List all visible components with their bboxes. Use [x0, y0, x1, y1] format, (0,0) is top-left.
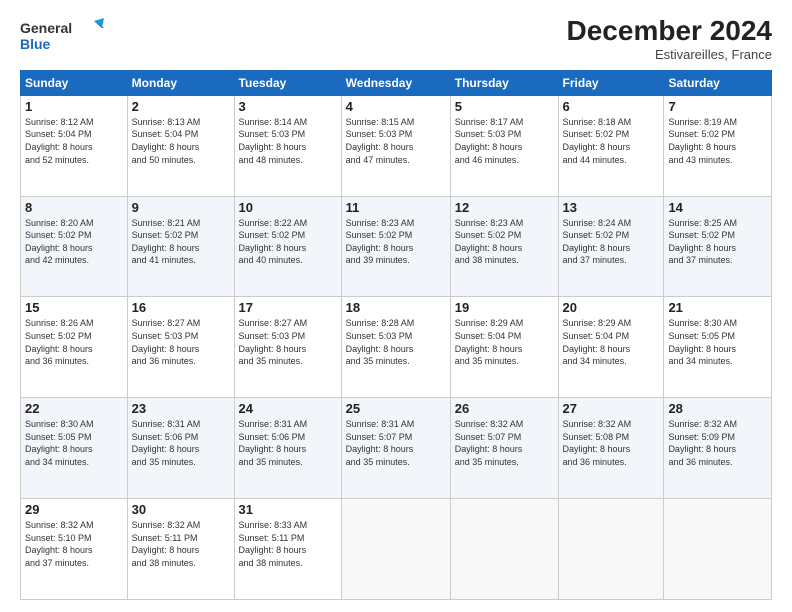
- table-row: 14Sunrise: 8:25 AMSunset: 5:02 PMDayligh…: [664, 196, 772, 297]
- table-row: [664, 499, 772, 600]
- col-sunday: Sunday: [21, 70, 128, 95]
- table-row: 8Sunrise: 8:20 AMSunset: 5:02 PMDaylight…: [21, 196, 128, 297]
- header: General Blue December 2024 Estivareilles…: [20, 16, 772, 62]
- table-row: 6Sunrise: 8:18 AMSunset: 5:02 PMDaylight…: [558, 95, 664, 196]
- table-row: 25Sunrise: 8:31 AMSunset: 5:07 PMDayligh…: [341, 398, 450, 499]
- table-row: 20Sunrise: 8:29 AMSunset: 5:04 PMDayligh…: [558, 297, 664, 398]
- col-wednesday: Wednesday: [341, 70, 450, 95]
- table-row: 11Sunrise: 8:23 AMSunset: 5:02 PMDayligh…: [341, 196, 450, 297]
- table-row: 19Sunrise: 8:29 AMSunset: 5:04 PMDayligh…: [450, 297, 558, 398]
- col-saturday: Saturday: [664, 70, 772, 95]
- subtitle: Estivareilles, France: [567, 47, 772, 62]
- week-row-5: 29Sunrise: 8:32 AMSunset: 5:10 PMDayligh…: [21, 499, 772, 600]
- table-row: 2Sunrise: 8:13 AMSunset: 5:04 PMDaylight…: [127, 95, 234, 196]
- table-row: 27Sunrise: 8:32 AMSunset: 5:08 PMDayligh…: [558, 398, 664, 499]
- table-row: 24Sunrise: 8:31 AMSunset: 5:06 PMDayligh…: [234, 398, 341, 499]
- table-row: 31Sunrise: 8:33 AMSunset: 5:11 PMDayligh…: [234, 499, 341, 600]
- table-row: 28Sunrise: 8:32 AMSunset: 5:09 PMDayligh…: [664, 398, 772, 499]
- table-row: 7Sunrise: 8:19 AMSunset: 5:02 PMDaylight…: [664, 95, 772, 196]
- table-row: 17Sunrise: 8:27 AMSunset: 5:03 PMDayligh…: [234, 297, 341, 398]
- table-row: 23Sunrise: 8:31 AMSunset: 5:06 PMDayligh…: [127, 398, 234, 499]
- svg-text:Blue: Blue: [20, 36, 51, 52]
- table-row: 22Sunrise: 8:30 AMSunset: 5:05 PMDayligh…: [21, 398, 128, 499]
- table-row: 18Sunrise: 8:28 AMSunset: 5:03 PMDayligh…: [341, 297, 450, 398]
- weekday-header-row: Sunday Monday Tuesday Wednesday Thursday…: [21, 70, 772, 95]
- table-row: 1Sunrise: 8:12 AMSunset: 5:04 PMDaylight…: [21, 95, 128, 196]
- month-title: December 2024: [567, 16, 772, 47]
- week-row-4: 22Sunrise: 8:30 AMSunset: 5:05 PMDayligh…: [21, 398, 772, 499]
- page: General Blue December 2024 Estivareilles…: [0, 0, 792, 612]
- table-row: 21Sunrise: 8:30 AMSunset: 5:05 PMDayligh…: [664, 297, 772, 398]
- week-row-3: 15Sunrise: 8:26 AMSunset: 5:02 PMDayligh…: [21, 297, 772, 398]
- table-row: 9Sunrise: 8:21 AMSunset: 5:02 PMDaylight…: [127, 196, 234, 297]
- col-tuesday: Tuesday: [234, 70, 341, 95]
- table-row: [450, 499, 558, 600]
- week-row-2: 8Sunrise: 8:20 AMSunset: 5:02 PMDaylight…: [21, 196, 772, 297]
- svg-text:General: General: [20, 20, 72, 36]
- table-row: 3Sunrise: 8:14 AMSunset: 5:03 PMDaylight…: [234, 95, 341, 196]
- table-row: 4Sunrise: 8:15 AMSunset: 5:03 PMDaylight…: [341, 95, 450, 196]
- table-row: 26Sunrise: 8:32 AMSunset: 5:07 PMDayligh…: [450, 398, 558, 499]
- table-row: 16Sunrise: 8:27 AMSunset: 5:03 PMDayligh…: [127, 297, 234, 398]
- table-row: 5Sunrise: 8:17 AMSunset: 5:03 PMDaylight…: [450, 95, 558, 196]
- calendar: Sunday Monday Tuesday Wednesday Thursday…: [20, 70, 772, 600]
- table-row: 29Sunrise: 8:32 AMSunset: 5:10 PMDayligh…: [21, 499, 128, 600]
- table-row: 13Sunrise: 8:24 AMSunset: 5:02 PMDayligh…: [558, 196, 664, 297]
- logo: General Blue: [20, 16, 110, 56]
- table-row: 10Sunrise: 8:22 AMSunset: 5:02 PMDayligh…: [234, 196, 341, 297]
- table-row: 12Sunrise: 8:23 AMSunset: 5:02 PMDayligh…: [450, 196, 558, 297]
- table-row: 30Sunrise: 8:32 AMSunset: 5:11 PMDayligh…: [127, 499, 234, 600]
- col-friday: Friday: [558, 70, 664, 95]
- week-row-1: 1Sunrise: 8:12 AMSunset: 5:04 PMDaylight…: [21, 95, 772, 196]
- logo-svg: General Blue: [20, 16, 110, 56]
- col-monday: Monday: [127, 70, 234, 95]
- table-row: [558, 499, 664, 600]
- title-block: December 2024 Estivareilles, France: [567, 16, 772, 62]
- col-thursday: Thursday: [450, 70, 558, 95]
- table-row: [341, 499, 450, 600]
- table-row: 15Sunrise: 8:26 AMSunset: 5:02 PMDayligh…: [21, 297, 128, 398]
